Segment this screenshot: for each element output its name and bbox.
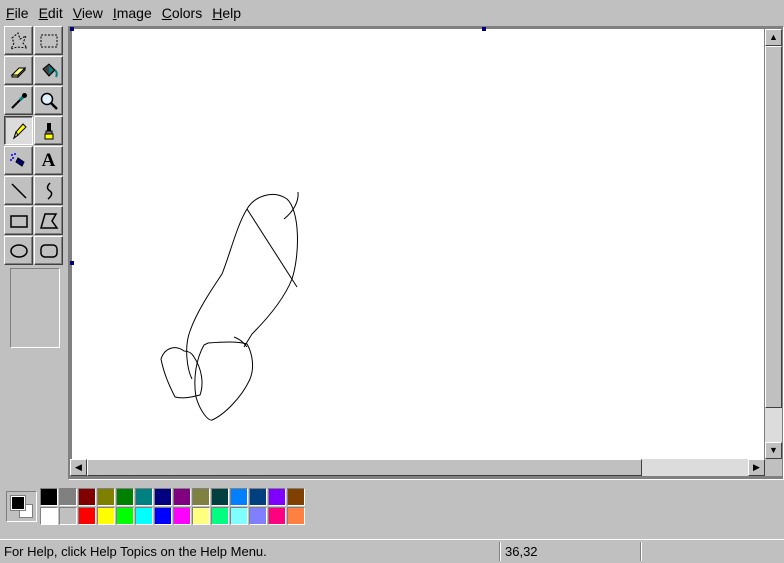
scroll-up-button[interactable]: ▲: [765, 29, 782, 46]
color-swatch[interactable]: [192, 507, 210, 525]
tool-eraser[interactable]: [4, 56, 33, 85]
color-swatch[interactable]: [211, 488, 229, 506]
magnifier-icon: [40, 92, 58, 110]
eraser-icon: [10, 66, 26, 78]
tool-brush[interactable]: [34, 116, 63, 145]
palette-swatches: [40, 488, 305, 525]
color-swatch[interactable]: [78, 488, 96, 506]
tool-magnifier[interactable]: [34, 86, 63, 115]
menu-file[interactable]: File: [0, 0, 34, 26]
scroll-left-button[interactable]: ◀: [70, 459, 87, 476]
arrow-down-icon: ▼: [769, 445, 778, 455]
color-swatch[interactable]: [78, 507, 96, 525]
status-bar: For Help, click Help Topics on the Help …: [0, 539, 784, 563]
color-swatch[interactable]: [97, 488, 115, 506]
line-icon: [10, 182, 27, 199]
eyedropper-icon: [10, 92, 27, 109]
color-swatch[interactable]: [154, 488, 172, 506]
tool-ellipse[interactable]: [4, 236, 33, 265]
drawing-strokes: [160, 191, 299, 421]
tool-airbrush[interactable]: [4, 146, 33, 175]
polygon-icon: [39, 212, 58, 229]
airbrush-icon: [9, 152, 25, 167]
color-swatch[interactable]: [135, 507, 153, 525]
color-swatch[interactable]: [230, 507, 248, 525]
canvas-resize-handle[interactable]: [482, 27, 486, 31]
tool-rect-select[interactable]: [34, 26, 63, 55]
color-box: [0, 482, 784, 534]
curve-icon: [46, 181, 52, 200]
status-help-text: For Help, click Help Topics on the Help …: [4, 544, 267, 559]
tool-line[interactable]: [4, 176, 33, 205]
tool-curve[interactable]: [34, 176, 63, 205]
tool-rectangle[interactable]: [4, 206, 33, 235]
menu-view[interactable]: View: [68, 0, 108, 26]
tool-polygon[interactable]: [34, 206, 63, 235]
brush-icon: [44, 122, 53, 139]
scrollbar-corner: [765, 459, 782, 476]
color-swatch[interactable]: [135, 488, 153, 506]
current-colors-indicator[interactable]: [6, 491, 37, 522]
text-icon: A: [41, 149, 56, 171]
color-swatch[interactable]: [287, 488, 305, 506]
tool-rounded-rectangle[interactable]: [34, 236, 63, 265]
canvas-resize-handle[interactable]: [70, 261, 74, 265]
tool-free-form-select[interactable]: [4, 26, 33, 55]
color-swatch[interactable]: [268, 507, 286, 525]
tool-pencil[interactable]: [4, 116, 33, 145]
horizontal-scroll-thumb[interactable]: [87, 459, 642, 476]
color-swatch[interactable]: [192, 488, 210, 506]
color-swatch[interactable]: [59, 488, 77, 506]
scroll-right-button[interactable]: ▶: [748, 459, 765, 476]
status-divider: [640, 542, 641, 561]
color-swatch[interactable]: [211, 507, 229, 525]
canvas-resize-handle[interactable]: [70, 27, 74, 31]
color-swatch[interactable]: [59, 507, 77, 525]
tool-text[interactable]: A: [34, 146, 63, 175]
color-swatch[interactable]: [268, 488, 286, 506]
rectangle-icon: [9, 214, 28, 228]
status-divider: [499, 542, 500, 561]
color-swatch[interactable]: [40, 507, 58, 525]
menu-colors[interactable]: Colors: [157, 0, 207, 26]
tool-options-box[interactable]: [10, 268, 60, 348]
menu-help[interactable]: Help: [207, 0, 246, 26]
tool-pick-color[interactable]: [4, 86, 33, 115]
arrow-up-icon: ▲: [769, 32, 778, 42]
color-swatch[interactable]: [116, 507, 134, 525]
color-swatch[interactable]: [173, 488, 191, 506]
color-swatch[interactable]: [154, 507, 172, 525]
tool-box: A: [4, 26, 66, 456]
tool-fill[interactable]: [34, 56, 63, 85]
tool-grid: A: [4, 26, 63, 265]
vertical-scrollbar[interactable]: ▲ ▼: [765, 29, 782, 459]
menu-image[interactable]: Image: [108, 0, 157, 26]
color-swatch[interactable]: [230, 488, 248, 506]
color-swatch[interactable]: [173, 507, 191, 525]
rect-select-icon: [40, 34, 57, 47]
arrow-left-icon: ◀: [75, 462, 82, 472]
foreground-color-swatch: [10, 495, 26, 511]
cursor-coordinates: 36,32: [505, 544, 538, 559]
color-swatch[interactable]: [249, 488, 267, 506]
ellipse-icon: [9, 243, 28, 258]
vertical-scroll-thumb[interactable]: [765, 46, 782, 408]
menu-edit[interactable]: Edit: [34, 0, 68, 26]
color-swatch[interactable]: [97, 507, 115, 525]
scroll-down-button[interactable]: ▼: [765, 442, 782, 459]
color-swatch[interactable]: [249, 507, 267, 525]
pencil-icon: [12, 122, 27, 139]
horizontal-scrollbar[interactable]: ◀ ▶: [70, 459, 765, 476]
color-swatch[interactable]: [40, 488, 58, 506]
rounded-rectangle-icon: [39, 243, 58, 258]
color-swatch[interactable]: [116, 488, 134, 506]
menu-bar: File Edit View Image Colors Help: [0, 0, 784, 26]
drawing-canvas[interactable]: [70, 27, 764, 459]
color-swatch[interactable]: [287, 507, 305, 525]
arrow-right-icon: ▶: [753, 462, 760, 472]
fill-bucket-icon: [41, 62, 58, 77]
free-form-select-icon: [9, 31, 28, 50]
